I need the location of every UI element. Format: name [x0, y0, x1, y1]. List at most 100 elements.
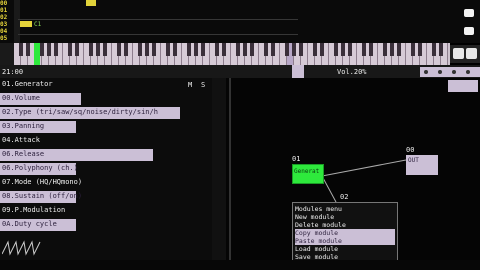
waveform-preview	[1, 236, 42, 256]
piano-black-key[interactable]	[432, 43, 436, 56]
piano-black-key[interactable]	[222, 43, 226, 56]
piano-black-key[interactable]	[194, 43, 198, 56]
node-name: OUT	[408, 157, 419, 164]
piano-black-key[interactable]	[397, 43, 401, 56]
volume-label[interactable]: Vol.20%	[337, 68, 367, 76]
highlight-cell[interactable]: C1	[34, 21, 46, 28]
piano-black-key[interactable]	[411, 43, 415, 56]
param-row[interactable]: 08.Sustain (off/on)	[0, 190, 212, 204]
param-row[interactable]: 00.Volume	[0, 92, 212, 106]
piano-black-key[interactable]	[418, 43, 422, 56]
current-row-marker	[20, 21, 32, 27]
panel-title: 01.Generator	[2, 80, 53, 88]
piano-black-key[interactable]	[166, 43, 170, 56]
row-separator	[18, 34, 298, 35]
pad-icon[interactable]	[453, 48, 464, 59]
menu-item[interactable]: Delete module	[295, 221, 395, 229]
piano-black-key[interactable]	[96, 43, 100, 56]
piano-black-key[interactable]	[271, 43, 275, 56]
piano-black-key[interactable]	[362, 43, 366, 56]
piano-black-key[interactable]	[348, 43, 352, 56]
piano-black-key[interactable]	[89, 43, 93, 56]
piano-black-key[interactable]	[103, 43, 107, 56]
piano-active-key[interactable]	[34, 43, 40, 65]
piano-black-key[interactable]	[40, 43, 44, 56]
piano-black-key[interactable]	[439, 43, 443, 56]
param-label: 07.Mode (HQ/HQmono)	[2, 178, 83, 186]
piano-black-key[interactable]	[320, 43, 324, 56]
piano-black-key[interactable]	[341, 43, 345, 56]
param-row[interactable]: 07.Mode (HQ/HQmono)	[0, 176, 212, 190]
param-row[interactable]: 04.Attack	[0, 134, 212, 148]
piano-black-key[interactable]	[173, 43, 177, 56]
node-id: 01	[292, 155, 301, 163]
node-output[interactable]: OUT	[406, 155, 438, 175]
piano-black-key[interactable]	[117, 43, 121, 56]
piano-black-key[interactable]	[215, 43, 219, 56]
piano-side-controls	[450, 45, 480, 63]
piano-black-key[interactable]	[313, 43, 317, 56]
param-label: 06.Polyphony (ch.)	[2, 164, 78, 172]
piano-black-key[interactable]	[250, 43, 254, 56]
record-toggle-icon[interactable]	[464, 27, 474, 35]
piano-black-key[interactable]	[236, 43, 240, 56]
piano-black-key[interactable]	[264, 43, 268, 56]
param-label: 09.P.Modulation	[2, 206, 66, 214]
menu-icon[interactable]	[464, 9, 474, 17]
selected-step[interactable]	[86, 0, 96, 6]
piano-black-key[interactable]	[152, 43, 156, 56]
menu-item[interactable]: Load module	[295, 245, 395, 253]
piano-black-key[interactable]	[47, 43, 51, 56]
song-time: 21:00	[2, 68, 24, 76]
piano-black-key[interactable]	[187, 43, 191, 56]
pattern-editor[interactable]: 00 01 02 03 04 05 C1	[0, 0, 480, 43]
piano-black-key[interactable]	[75, 43, 79, 56]
play-icon[interactable]	[438, 70, 442, 74]
piano-black-key[interactable]	[334, 43, 338, 56]
menu-item[interactable]: Paste module	[295, 237, 395, 245]
piano-black-key[interactable]	[124, 43, 128, 56]
transport-buttons	[420, 67, 480, 77]
piano-black-key[interactable]	[138, 43, 142, 56]
piano-black-key[interactable]	[369, 43, 373, 56]
panel-divider[interactable]	[212, 78, 226, 260]
mute-header[interactable]: M	[188, 81, 192, 89]
param-row[interactable]: 06.Release	[0, 148, 212, 162]
node-generator[interactable]: Generat	[292, 164, 324, 184]
node-id: 02	[340, 193, 349, 201]
context-menu: Modules menu New module Delete module Copy …	[292, 202, 398, 269]
param-row[interactable]: 09.P.Modulation	[0, 204, 212, 218]
piano-black-key[interactable]	[145, 43, 149, 56]
menu-item[interactable]: New module	[295, 213, 395, 221]
gear-icon[interactable]	[466, 48, 477, 59]
piano-black-key[interactable]	[201, 43, 205, 56]
piano-keyboard[interactable]	[14, 43, 450, 65]
param-label: 02.Type (tri/saw/sq/noise/dirty/sin/h	[2, 108, 158, 116]
menu-item[interactable]: Copy module	[295, 229, 395, 237]
solo-header[interactable]: S	[201, 81, 205, 89]
menu-item[interactable]: Modules menu	[295, 205, 395, 213]
piano-black-key[interactable]	[19, 43, 23, 56]
piano-black-key[interactable]	[26, 43, 30, 56]
piano-black-key[interactable]	[54, 43, 58, 56]
record-icon[interactable]	[466, 70, 470, 74]
play-pattern-icon[interactable]	[452, 70, 456, 74]
piano-black-key[interactable]	[299, 43, 303, 56]
param-row[interactable]: 06.Polyphony (ch.)	[0, 162, 212, 176]
piano-black-key[interactable]	[383, 43, 387, 56]
node-id: 00	[406, 146, 415, 154]
piano-black-key[interactable]	[390, 43, 394, 56]
param-label: 00.Volume	[2, 94, 40, 102]
node-name: Generat	[294, 168, 320, 175]
param-row[interactable]: 02.Type (tri/saw/sq/noise/dirty/sin/h	[0, 106, 212, 120]
piano-black-key[interactable]	[292, 43, 296, 56]
module-graph[interactable]: Generat 01 OUT 00 02 Modules menu New mod…	[226, 78, 480, 269]
piano-black-key[interactable]	[68, 43, 72, 56]
stop-icon[interactable]	[424, 70, 428, 74]
param-row[interactable]: 0A.Duty cycle	[0, 218, 212, 232]
bpm-slider[interactable]	[292, 65, 304, 78]
piano-black-key[interactable]	[285, 43, 289, 56]
row-separator	[18, 19, 298, 20]
piano-black-key[interactable]	[243, 43, 247, 56]
param-row[interactable]: 03.Panning	[0, 120, 212, 134]
